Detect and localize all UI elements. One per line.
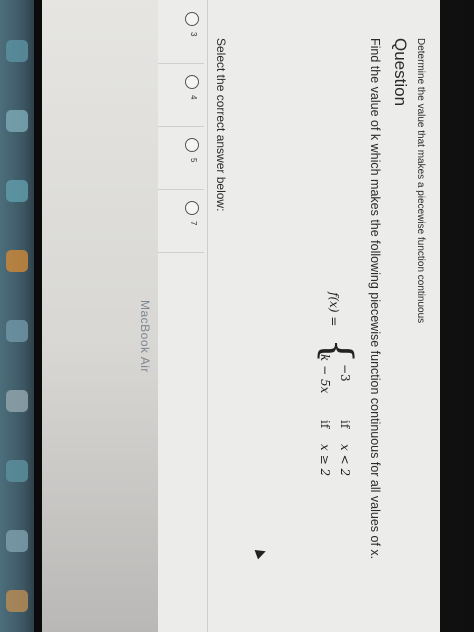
dock-app-icon[interactable] <box>6 590 28 612</box>
case1-if: if <box>338 420 352 429</box>
dock-app-icon[interactable] <box>6 530 28 552</box>
answer-option[interactable]: 3 <box>158 0 204 64</box>
radio-button[interactable] <box>185 75 199 89</box>
page-subtitle: Determine the value that makes a piecewi… <box>415 38 426 324</box>
radio-button[interactable] <box>185 12 199 26</box>
radio-button[interactable] <box>185 138 199 152</box>
answer-option[interactable]: 4 <box>158 63 204 127</box>
dock-app-icon[interactable] <box>6 110 28 132</box>
answer-option-label: 7 <box>189 221 198 226</box>
dock <box>0 0 36 632</box>
answer-options: 3 4 5 7 <box>158 0 204 632</box>
dock-app-icon[interactable] <box>6 460 28 482</box>
dock-app-icon[interactable] <box>6 390 28 412</box>
function-label: f(x) = <box>327 292 341 327</box>
radio-button[interactable] <box>185 201 199 215</box>
dock-app-icon[interactable] <box>6 250 28 272</box>
case1-condition: x < 2 <box>338 444 352 477</box>
answer-option-label: 3 <box>189 32 198 37</box>
answer-option[interactable]: 7 <box>158 189 204 253</box>
answer-option-label: 4 <box>189 95 198 100</box>
dock-app-icon[interactable] <box>6 320 28 342</box>
case2-condition: x ≥ 2 <box>318 444 332 477</box>
dock-app-icon[interactable] <box>6 40 28 62</box>
answer-option[interactable]: 5 <box>158 126 204 190</box>
mouse-cursor-icon <box>254 546 268 560</box>
question-text: Find the value of k which makes the foll… <box>368 38 382 560</box>
answer-prompt: Select the correct answer below: <box>214 38 228 212</box>
case2-if: if <box>318 420 332 429</box>
divider <box>207 0 208 632</box>
case2-value: k − 5x <box>318 354 332 394</box>
answer-option-label: 5 <box>189 158 198 163</box>
case1-value: −3 <box>338 364 352 382</box>
brand-label: MacBook Air <box>138 300 152 373</box>
piecewise-function: f(x) = { −3 if x < 2 k − 5x if x ≥ 2 <box>310 292 360 492</box>
question-page: Determine the value that makes a piecewi… <box>158 0 440 632</box>
page-title: Question <box>391 38 410 107</box>
dock-app-icon[interactable] <box>6 180 28 202</box>
